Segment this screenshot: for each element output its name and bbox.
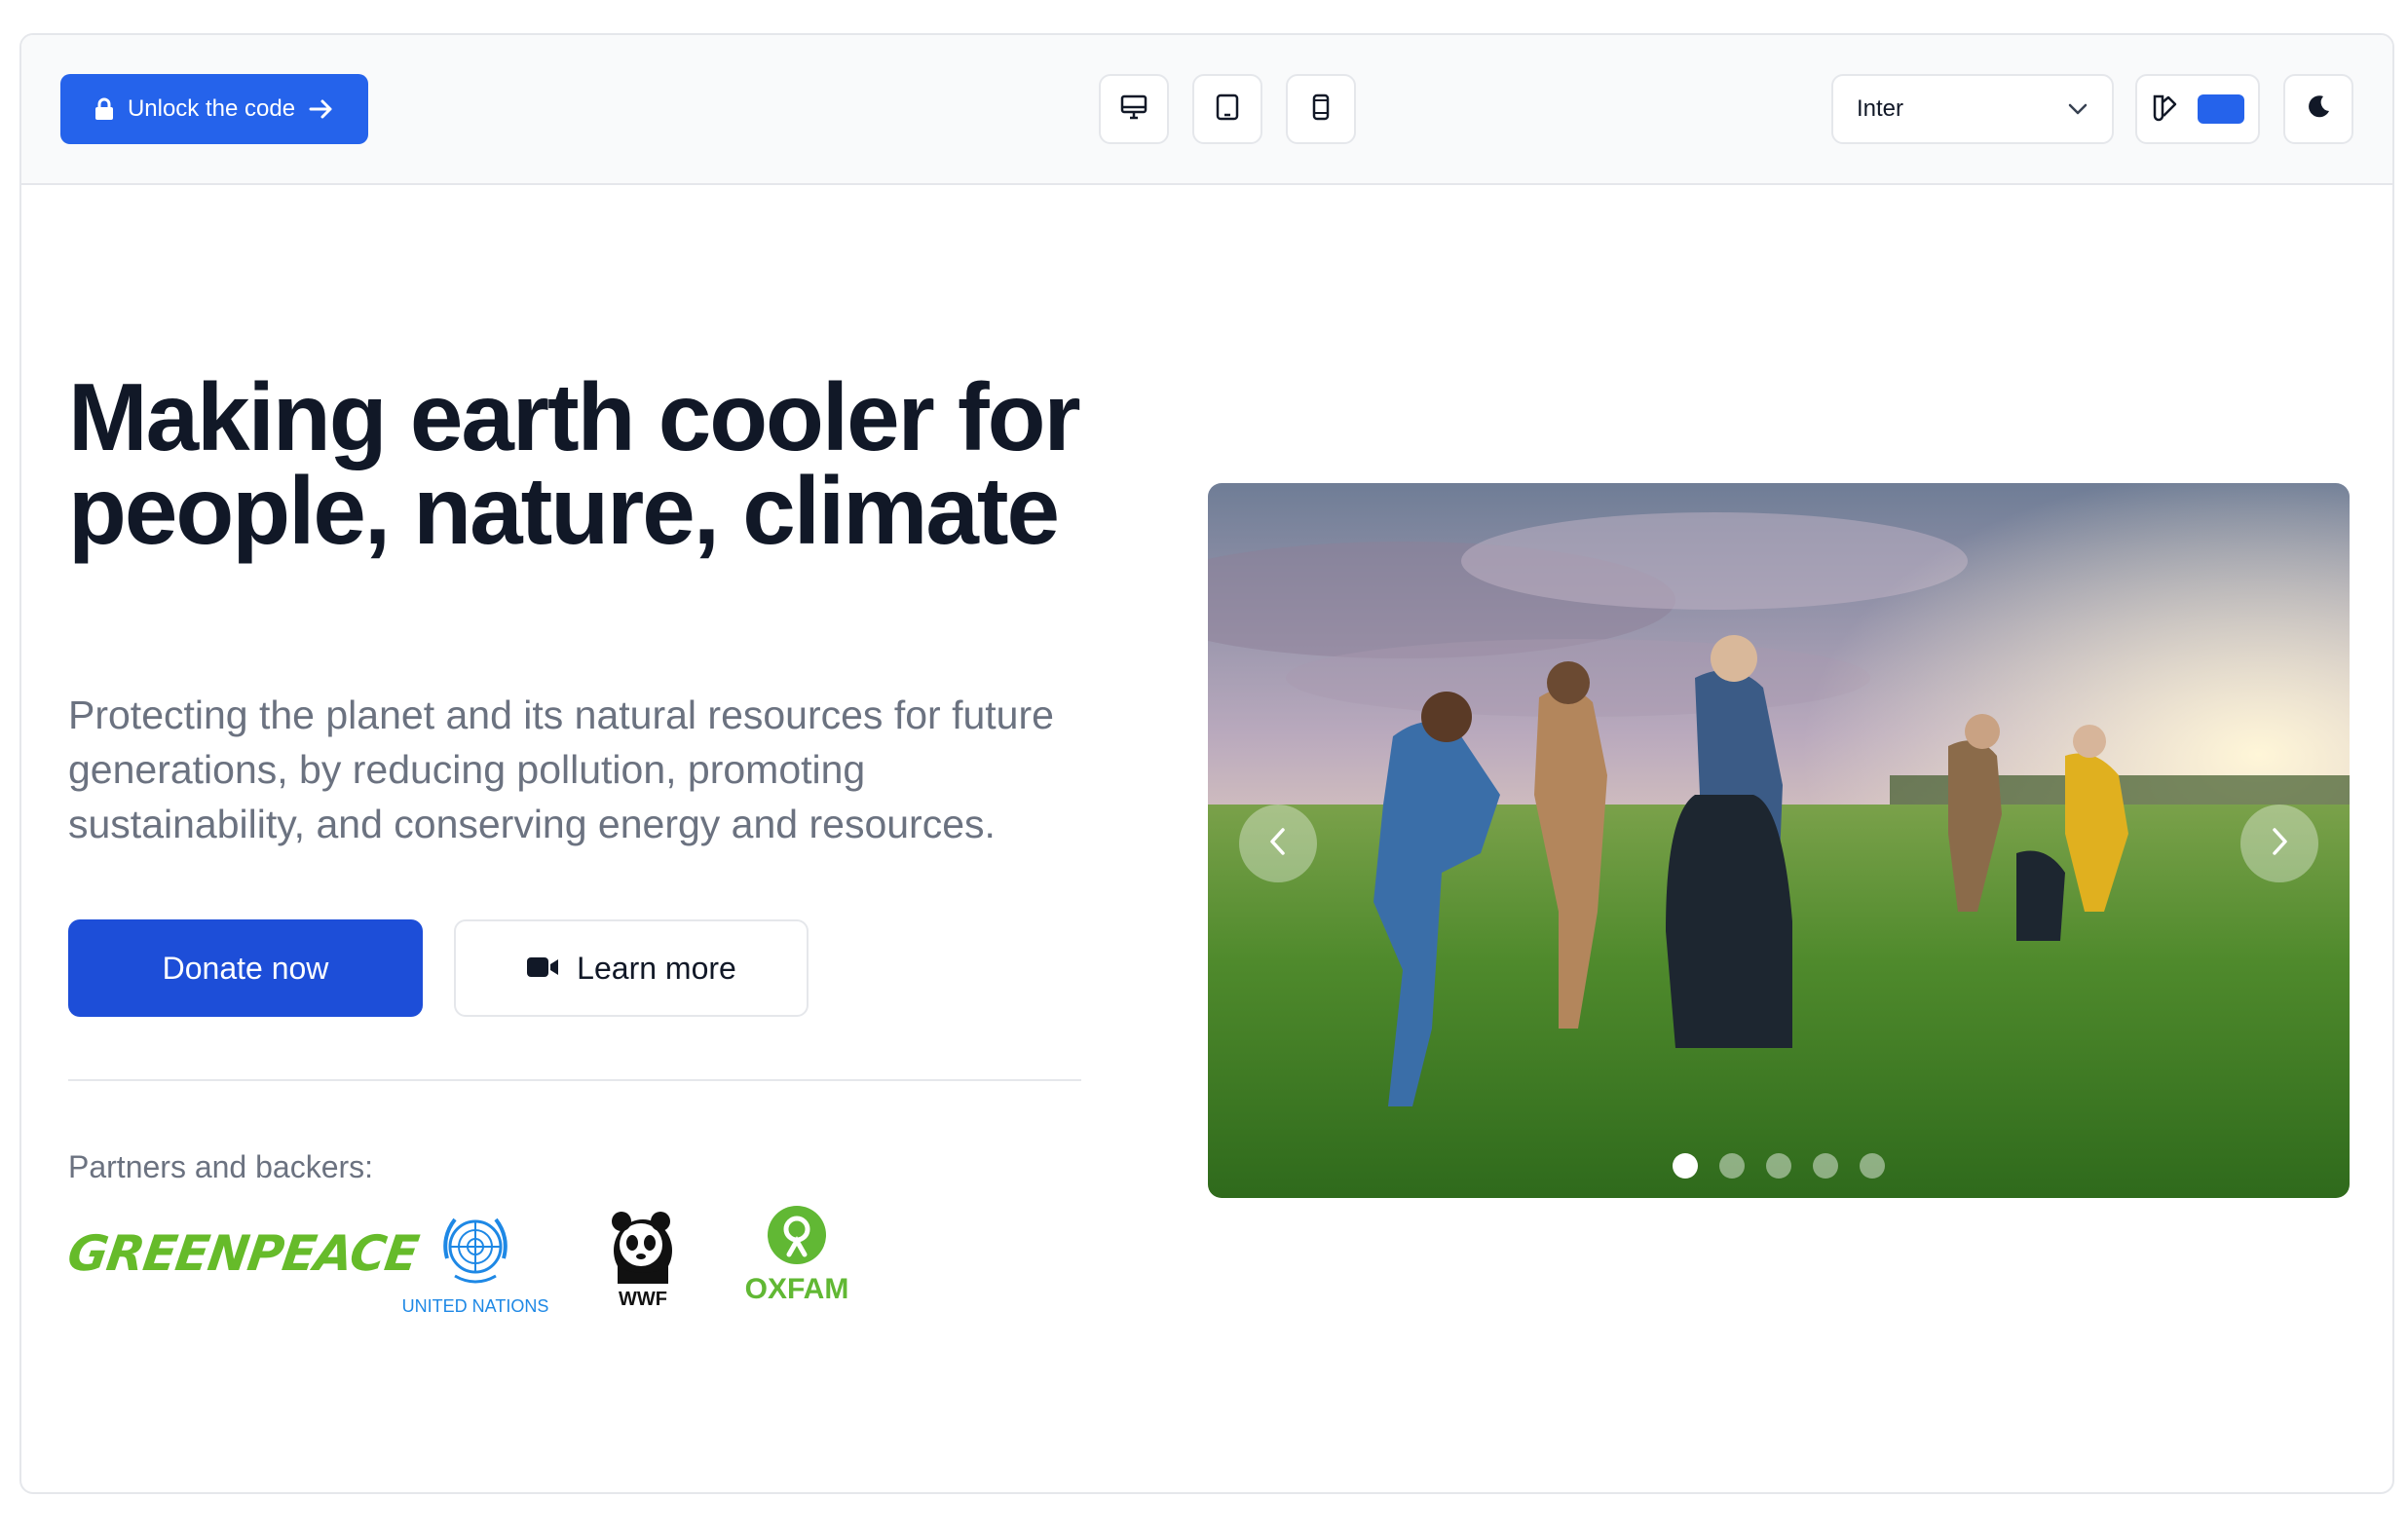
- united-nations-logo: UNITED NATIONS: [397, 1208, 553, 1317]
- lock-icon: [94, 97, 114, 121]
- tablet-view-button[interactable]: [1192, 74, 1262, 144]
- carousel-dot[interactable]: [1719, 1153, 1745, 1179]
- monitor-icon: [1119, 93, 1148, 127]
- volunteers-photo: [1208, 483, 2350, 1198]
- video-camera-icon: [526, 951, 559, 987]
- dark-mode-button[interactable]: [2283, 74, 2353, 144]
- hero-headline: Making earth cooler for people, nature, …: [68, 363, 1081, 564]
- palette-icon: [2151, 93, 2180, 127]
- unlock-code-label: Unlock the code: [127, 95, 296, 122]
- theme-color-button[interactable]: [2135, 74, 2260, 144]
- learn-more-button[interactable]: Learn more: [454, 919, 809, 1017]
- un-emblem-icon: [432, 1217, 519, 1293]
- oxfam-logo: OXFAM: [738, 1204, 855, 1306]
- desktop-view-button[interactable]: [1099, 74, 1169, 144]
- carousel-dot[interactable]: [1673, 1153, 1698, 1179]
- carousel-dot[interactable]: [1813, 1153, 1838, 1179]
- oxfam-label: OXFAM: [744, 1273, 849, 1305]
- greenpeace-wordmark: GREENPEACE: [63, 1225, 422, 1282]
- wwf-logo: WWF: [604, 1208, 682, 1311]
- carousel-prev-button[interactable]: [1239, 805, 1317, 882]
- color-swatch: [2198, 94, 2244, 124]
- chevron-down-icon: [2067, 95, 2088, 123]
- carousel-dot[interactable]: [1860, 1153, 1885, 1179]
- tablet-icon: [1213, 93, 1242, 127]
- partners-label: Partners and backers:: [68, 1149, 374, 1184]
- preview-frame: Unlock the code Inter Making earth coole…: [19, 33, 2394, 1494]
- carousel-next-button[interactable]: [2240, 805, 2318, 882]
- arrow-right-icon: [309, 98, 334, 120]
- wwf-label: WWF: [619, 1289, 667, 1310]
- chevron-right-icon: [2269, 826, 2290, 862]
- image-carousel[interactable]: [1208, 483, 2350, 1198]
- greenpeace-logo: GREENPEACE: [64, 1225, 422, 1282]
- hero-subtext: Protecting the planet and its natural re…: [68, 693, 1054, 846]
- unlock-code-button[interactable]: Unlock the code: [60, 74, 368, 144]
- carousel-dot[interactable]: [1766, 1153, 1791, 1179]
- carousel-indicators: [1208, 1153, 2350, 1179]
- oxfam-emblem-icon: [766, 1206, 828, 1270]
- moon-icon: [2304, 93, 2333, 127]
- donate-button[interactable]: Donate now: [68, 919, 423, 1017]
- un-label: UNITED NATIONS: [401, 1296, 549, 1316]
- donate-label: Donate now: [162, 950, 329, 986]
- smartphone-icon: [1306, 93, 1336, 127]
- mobile-view-button[interactable]: [1286, 74, 1356, 144]
- panda-icon: [608, 1212, 678, 1290]
- toolbar: Unlock the code Inter: [21, 35, 2392, 185]
- chevron-left-icon: [1267, 826, 1289, 862]
- learn-more-label: Learn more: [577, 950, 736, 986]
- font-select[interactable]: Inter: [1831, 74, 2114, 144]
- font-select-value: Inter: [1857, 95, 1904, 122]
- divider: [68, 1079, 1081, 1081]
